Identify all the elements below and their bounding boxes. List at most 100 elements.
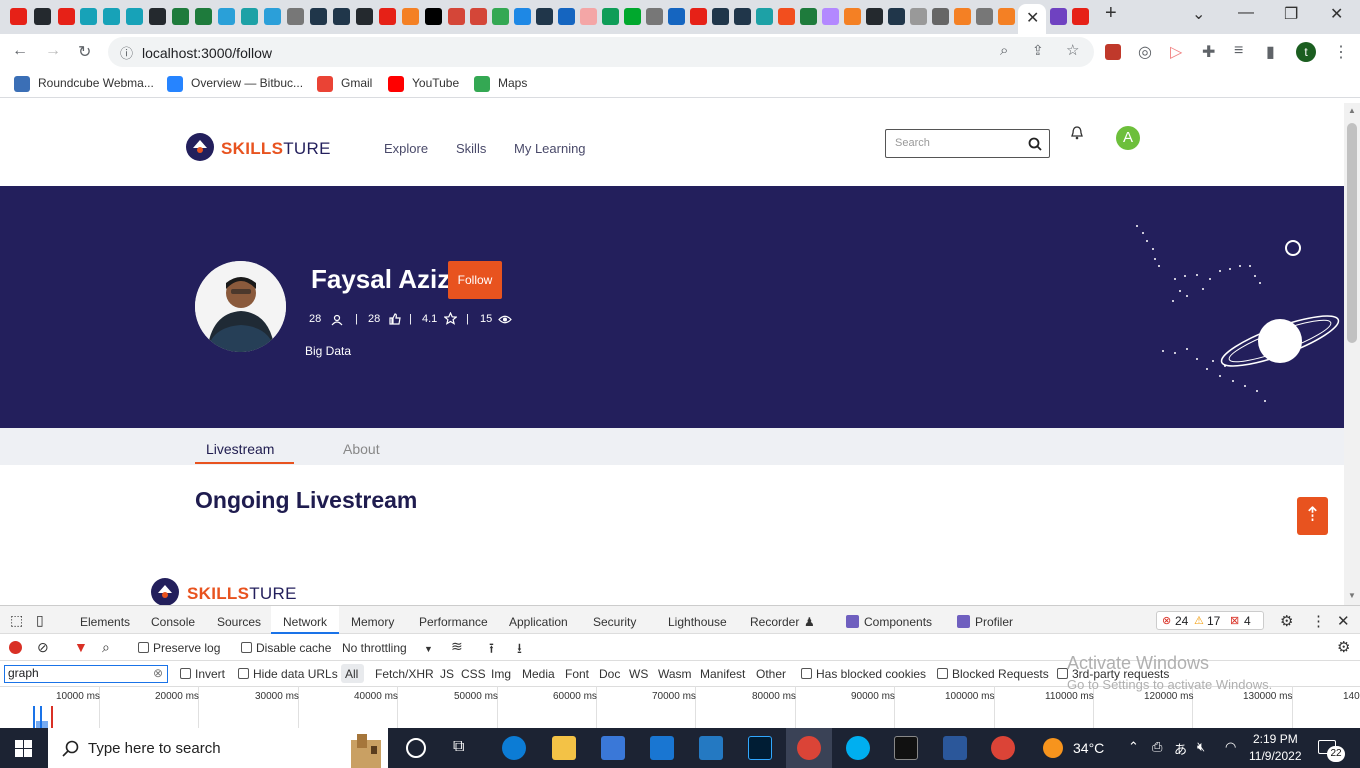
type-fetch-xhr[interactable]: Fetch/XHR: [375, 667, 434, 681]
app-tab-icon[interactable]: [514, 8, 531, 25]
bookmark-gmail[interactable]: Gmail: [341, 76, 372, 90]
photoshop-icon[interactable]: [748, 736, 772, 760]
inspect-icon[interactable]: ⬚: [10, 612, 23, 629]
mail-icon[interactable]: [650, 736, 674, 760]
brand-name[interactable]: SKILLSTURE: [221, 139, 331, 159]
sidepanel-icon[interactable]: ▮: [1266, 42, 1275, 62]
youtube-tab-icon[interactable]: [58, 8, 75, 25]
devtools-tab-performance[interactable]: Performance: [419, 615, 488, 629]
tab-livestream[interactable]: Livestream: [206, 441, 274, 457]
checkbox-box[interactable]: [180, 668, 191, 679]
devtools-tab-console[interactable]: Console: [151, 615, 195, 629]
nav-explore[interactable]: Explore: [384, 141, 428, 156]
word-icon[interactable]: [943, 736, 967, 760]
github-tab-icon[interactable]: [34, 8, 51, 25]
stackoverflow-tab-icon[interactable]: [402, 8, 419, 25]
scroll-down-icon[interactable]: ▼: [1348, 591, 1356, 600]
app-tab-icon[interactable]: [580, 8, 597, 25]
media-icon[interactable]: ≡: [1234, 42, 1243, 60]
extension-icon[interactable]: ◎: [1138, 42, 1152, 62]
zoom-icon[interactable]: ⌕: [1000, 42, 1008, 59]
clock-time[interactable]: 2:19 PM: [1253, 732, 1298, 746]
youtube-tab-icon[interactable]: [1072, 8, 1089, 25]
stream-tab-icon[interactable]: [80, 8, 97, 25]
devtools-close-icon[interactable]: ✕: [1337, 612, 1350, 630]
taskbar-search-box[interactable]: Type here to search: [48, 728, 388, 768]
close-tab-icon[interactable]: ✕: [1026, 8, 1039, 28]
disable-cache-checkbox[interactable]: Disable cache: [241, 641, 331, 655]
type-media[interactable]: Media: [522, 667, 555, 681]
windows-start-icon[interactable]: [15, 740, 32, 757]
type-all[interactable]: All: [345, 667, 358, 681]
doc-tab-icon[interactable]: [195, 8, 212, 25]
app-tab-icon[interactable]: [734, 8, 751, 25]
settings-gear-icon[interactable]: ⚙: [1280, 612, 1293, 630]
store-icon[interactable]: [601, 736, 625, 760]
devtools-tab-security[interactable]: Security: [593, 615, 636, 629]
stackoverflow-tab-icon[interactable]: [844, 8, 861, 25]
hide-data-urls-checkbox[interactable]: Hide data URLs: [238, 667, 338, 681]
app-tab-icon[interactable]: [910, 8, 927, 25]
devtools-tab-memory[interactable]: Memory: [351, 615, 394, 629]
user-avatar[interactable]: A: [1116, 126, 1140, 150]
window-close-icon[interactable]: ✕: [1330, 4, 1343, 24]
clock-date[interactable]: 11/9/2022: [1249, 749, 1302, 763]
dev-tab-icon[interactable]: [425, 8, 442, 25]
badge-tab-icon[interactable]: [602, 8, 619, 25]
gmail-tab-icon[interactable]: [470, 8, 487, 25]
throttling-select[interactable]: No throttling ▼: [342, 641, 433, 655]
devtools-tab-application[interactable]: Application: [509, 615, 568, 629]
language-icon[interactable]: あ: [1174, 739, 1187, 758]
youtube-tab-icon[interactable]: [10, 8, 27, 25]
device-toolbar-icon[interactable]: ▯: [36, 612, 44, 629]
youtube-tab-icon[interactable]: [379, 8, 396, 25]
checkbox-box[interactable]: [801, 668, 812, 679]
terminal-icon[interactable]: [894, 736, 918, 760]
type-font[interactable]: Font: [565, 667, 589, 681]
network-settings-icon[interactable]: ⚙: [1337, 638, 1350, 656]
app-tab-icon[interactable]: [756, 8, 773, 25]
app-tab-icon[interactable]: [1050, 8, 1067, 25]
type-wasm[interactable]: Wasm: [658, 667, 692, 681]
type-doc[interactable]: Doc: [599, 667, 620, 681]
filter-input[interactable]: graph ⊗: [4, 665, 168, 683]
file-explorer-icon[interactable]: [552, 736, 576, 760]
devtools-tab-elements[interactable]: Elements: [80, 615, 130, 629]
checkbox-box[interactable]: [241, 642, 252, 653]
url-text[interactable]: localhost:3000/follow: [142, 45, 272, 61]
web-tab-icon[interactable]: [646, 8, 663, 25]
puzzle-icon[interactable]: ✚: [1202, 42, 1215, 62]
search-icon[interactable]: [1028, 137, 1042, 151]
forward-icon[interactable]: →: [45, 42, 61, 60]
clear-icon[interactable]: ⊘: [37, 639, 49, 656]
tab-search-icon[interactable]: ⌄: [1192, 4, 1205, 24]
devtools-tab-sources[interactable]: Sources: [217, 615, 261, 629]
network-conditions-icon[interactable]: ≋: [451, 638, 463, 655]
devtools-tab-profiler[interactable]: Profiler: [975, 615, 1013, 629]
page-scrollbar[interactable]: ▲ ▼: [1344, 103, 1360, 605]
tab-about[interactable]: About: [343, 441, 380, 457]
app-tab-icon[interactable]: [310, 8, 327, 25]
bell-icon[interactable]: [1070, 125, 1084, 141]
bookmark-youtube[interactable]: YouTube: [412, 76, 459, 90]
bookmark-maps[interactable]: Maps: [498, 76, 527, 90]
type-js[interactable]: JS: [440, 667, 454, 681]
web-tab-icon[interactable]: [287, 8, 304, 25]
cortana-icon[interactable]: [406, 738, 426, 758]
app-tab-icon[interactable]: [536, 8, 553, 25]
active-tab[interactable]: ✕: [1018, 4, 1046, 34]
devtools-tab-components[interactable]: Components: [864, 615, 932, 629]
vscode-icon[interactable]: [699, 736, 723, 760]
clear-filter-icon[interactable]: ⊗: [153, 666, 163, 680]
youtube-tab-icon[interactable]: [690, 8, 707, 25]
back-icon[interactable]: ←: [12, 42, 28, 60]
app-tab-icon[interactable]: [333, 8, 350, 25]
doc-tab-icon[interactable]: [800, 8, 817, 25]
share-icon[interactable]: ⇪: [1032, 42, 1044, 59]
nav-my-learning[interactable]: My Learning: [514, 141, 586, 156]
stackoverflow-tab-icon[interactable]: [998, 8, 1015, 25]
stream-tab-icon[interactable]: [103, 8, 120, 25]
devtools-tab-network[interactable]: Network: [283, 615, 327, 629]
profile-avatar[interactable]: t: [1296, 42, 1316, 62]
export-har-icon[interactable]: ⭳: [517, 638, 522, 662]
